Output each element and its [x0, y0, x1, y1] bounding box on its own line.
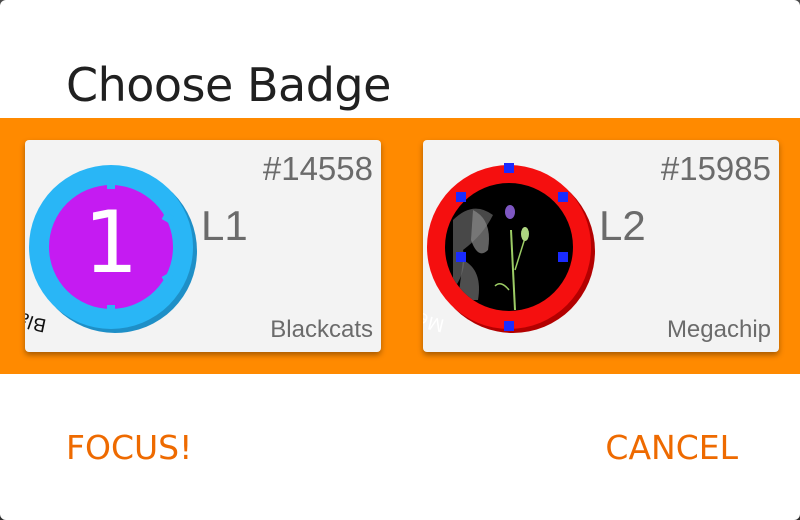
- badge-name: Blackcats: [270, 316, 373, 343]
- choose-badge-dialog: Choose Badge 1 Blackcats #14558: [0, 0, 800, 520]
- megachip-badge-emblem: Megachip: [423, 163, 595, 336]
- cancel-button[interactable]: CANCEL: [605, 428, 738, 467]
- badge-list: 1 Blackcats #14558 L1 Blackcats: [0, 118, 800, 374]
- badge-card-blackcats[interactable]: 1 Blackcats #14558 L1 Blackcats: [25, 140, 381, 352]
- badge-card-megachip[interactable]: Megachip #15985 L2 Megachip: [423, 140, 779, 352]
- focus-button[interactable]: FOCUS!: [66, 428, 192, 467]
- badge-level: L1: [201, 202, 248, 249]
- badge-name: Megachip: [666, 316, 771, 343]
- badge-number: #15985: [660, 150, 771, 187]
- blackcats-badge-emblem: 1 Blackcats: [25, 165, 197, 335]
- dialog-title: Choose Badge: [66, 58, 391, 112]
- badge-level: L2: [599, 202, 646, 249]
- badge-number: #14558: [262, 150, 373, 187]
- badge-emblem-number: 1: [84, 193, 139, 293]
